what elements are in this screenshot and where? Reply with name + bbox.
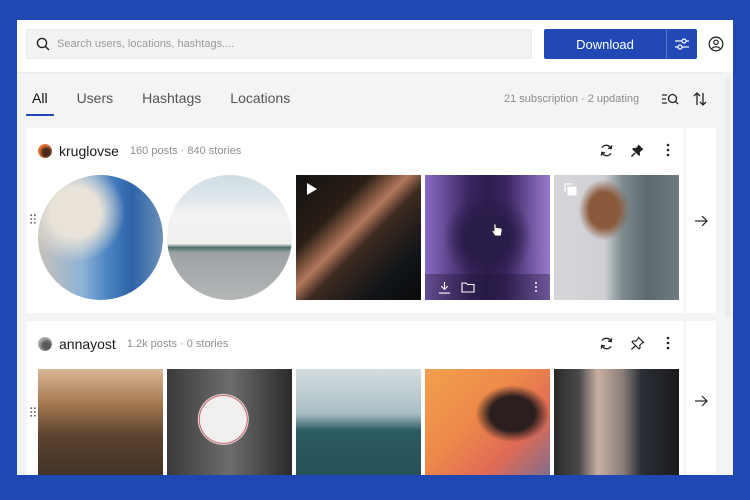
refresh-icon: [600, 337, 612, 349]
more-vertical-icon: [666, 143, 670, 157]
refresh-button[interactable]: [598, 335, 614, 351]
photo-thumbnail[interactable]: [167, 369, 292, 475]
drag-handle-icon[interactable]: [30, 214, 36, 224]
media-strip: [38, 369, 683, 475]
story-thumbnail[interactable]: [167, 175, 292, 300]
subscription-card: kruglovse 160 posts · 840 stories: [27, 128, 684, 313]
subscription-status: 21 subscription · 2 updating: [504, 93, 640, 105]
tab-hashtags[interactable]: Hashtags: [136, 88, 207, 116]
card-actions: [583, 142, 676, 158]
search-icon: [36, 37, 50, 51]
top-bar: Download: [17, 20, 733, 72]
story-thumbnail[interactable]: [38, 175, 163, 300]
more-vertical-icon: [666, 336, 670, 350]
pin-filled-icon: [630, 143, 644, 157]
avatar[interactable]: [38, 144, 52, 158]
user-stats: 1.2k posts · 0 stories: [126, 338, 229, 350]
sort-icon[interactable]: [693, 91, 707, 107]
download-group: Download: [544, 29, 697, 59]
photo-thumbnail[interactable]: [554, 369, 679, 475]
account-circle-icon[interactable]: [708, 36, 724, 52]
multiple-images-icon: [564, 183, 577, 196]
username[interactable]: kruglovse: [59, 143, 119, 159]
media-strip: [38, 175, 683, 300]
photo-thumbnail[interactable]: [296, 369, 421, 475]
pin-outline-icon: [630, 335, 645, 350]
subscription-card: annayost 1.2k posts · 0 stories: [27, 321, 684, 475]
app-window: Download All Users Hashtags Locations 21…: [17, 20, 733, 475]
hover-action-bar: [425, 274, 550, 300]
filter-tabs: All Users Hashtags Locations: [26, 88, 313, 116]
username[interactable]: annayost: [59, 336, 116, 352]
folder-icon[interactable]: [461, 281, 475, 293]
carousel-thumbnail[interactable]: [554, 175, 679, 300]
download-options-button[interactable]: [666, 29, 697, 59]
more-vertical-icon[interactable]: [534, 281, 538, 293]
pin-button[interactable]: [629, 142, 645, 158]
arrow-right-icon: [695, 215, 708, 226]
download-button[interactable]: Download: [544, 29, 666, 59]
hand-cursor-icon: [491, 223, 503, 237]
card-actions: [583, 335, 676, 351]
sliders-icon: [675, 38, 689, 50]
next-media-button[interactable]: [686, 321, 716, 475]
refresh-icon: [600, 144, 612, 156]
next-media-button[interactable]: [686, 128, 716, 313]
tab-all[interactable]: All: [26, 88, 54, 116]
avatar[interactable]: [38, 337, 52, 351]
photo-thumbnail[interactable]: [38, 369, 163, 475]
card-header: kruglovse 160 posts · 840 stories: [38, 142, 241, 160]
tab-locations[interactable]: Locations: [224, 88, 296, 116]
play-icon: [307, 183, 317, 195]
more-options-button[interactable]: [660, 335, 676, 351]
drag-handle-icon[interactable]: [30, 407, 36, 417]
refresh-button[interactable]: [598, 142, 614, 158]
arrow-right-icon: [695, 395, 708, 407]
search-input[interactable]: [57, 38, 497, 50]
photo-thumbnail[interactable]: [425, 369, 550, 475]
scrollbar-thumb[interactable]: [725, 78, 731, 318]
card-header: annayost 1.2k posts · 0 stories: [38, 335, 228, 353]
scrollbar[interactable]: [723, 72, 733, 475]
search-box[interactable]: [26, 29, 532, 59]
more-options-button[interactable]: [660, 142, 676, 158]
list-search-icon[interactable]: [661, 92, 679, 106]
photo-thumbnail[interactable]: [425, 175, 550, 300]
download-icon[interactable]: [438, 281, 451, 294]
tab-users[interactable]: Users: [71, 88, 120, 116]
pin-button[interactable]: [629, 335, 645, 351]
user-stats: 160 posts · 840 stories: [129, 145, 242, 157]
video-thumbnail[interactable]: [296, 175, 421, 300]
